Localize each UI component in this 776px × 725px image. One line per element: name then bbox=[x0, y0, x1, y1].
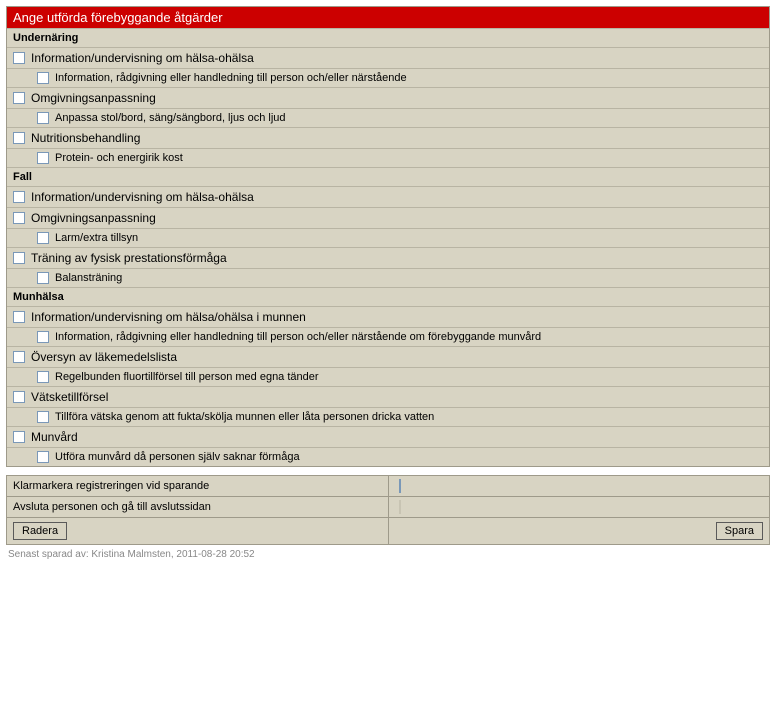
footer-table: Klarmarkera registreringen vid sparande … bbox=[6, 475, 770, 545]
item-row[interactable]: Översyn av läkemedelslista bbox=[7, 346, 769, 367]
footer-option2-label: Avsluta personen och gå till avslutssida… bbox=[7, 497, 389, 518]
checkbox-icon[interactable] bbox=[37, 232, 49, 244]
item-row[interactable]: Munvård bbox=[7, 426, 769, 447]
item-row[interactable]: Nutritionsbehandling bbox=[7, 127, 769, 148]
subitem-row[interactable]: Tillföra vätska genom att fukta/skölja m… bbox=[7, 407, 769, 426]
item-label: Träning av fysisk prestationsförmåga bbox=[31, 251, 227, 265]
item-row[interactable]: Information/undervisning om hälsa/ohälsa… bbox=[7, 306, 769, 327]
section-munhalsa-title: Munhälsa bbox=[7, 287, 769, 306]
checkbox-icon[interactable] bbox=[13, 132, 25, 144]
subitem-row[interactable]: Regelbunden fluortillförsel till person … bbox=[7, 367, 769, 386]
checkbox-icon[interactable] bbox=[37, 112, 49, 124]
subitem-label: Information, rådgivning eller handlednin… bbox=[55, 72, 407, 84]
item-label: Vätsketillförsel bbox=[31, 390, 108, 404]
delete-button[interactable]: Radera bbox=[13, 522, 67, 540]
subitem-row[interactable]: Protein- och energirik kost bbox=[7, 148, 769, 167]
checkbox-icon[interactable] bbox=[37, 152, 49, 164]
subitem-label: Regelbunden fluortillförsel till person … bbox=[55, 371, 319, 383]
checkbox-icon[interactable] bbox=[13, 431, 25, 443]
item-label: Information/undervisning om hälsa/ohälsa… bbox=[31, 310, 306, 324]
subitem-row[interactable]: Information, rådgivning eller handlednin… bbox=[7, 68, 769, 87]
item-label: Omgivningsanpassning bbox=[31, 91, 156, 105]
save-button[interactable]: Spara bbox=[716, 522, 763, 540]
checkbox-icon[interactable] bbox=[37, 272, 49, 284]
checkbox-avsluta[interactable] bbox=[399, 500, 401, 514]
item-row[interactable]: Omgivningsanpassning bbox=[7, 87, 769, 108]
subitem-label: Protein- och energirik kost bbox=[55, 152, 183, 164]
subitem-row[interactable]: Larm/extra tillsyn bbox=[7, 228, 769, 247]
item-row[interactable]: Omgivningsanpassning bbox=[7, 207, 769, 228]
checkbox-icon[interactable] bbox=[37, 411, 49, 423]
checkbox-icon[interactable] bbox=[37, 331, 49, 343]
checkbox-icon[interactable] bbox=[13, 92, 25, 104]
item-label: Information/undervisning om hälsa-ohälsa bbox=[31, 51, 254, 65]
checkbox-klarmarkera[interactable] bbox=[399, 479, 401, 493]
item-row[interactable]: Information/undervisning om hälsa-ohälsa bbox=[7, 186, 769, 207]
checkbox-icon[interactable] bbox=[13, 391, 25, 403]
checkbox-icon[interactable] bbox=[13, 311, 25, 323]
subitem-label: Anpassa stol/bord, säng/sängbord, ljus o… bbox=[55, 112, 286, 124]
item-row[interactable]: Vätsketillförsel bbox=[7, 386, 769, 407]
status-saved: Senast sparad av: Kristina Malmsten, 201… bbox=[6, 545, 770, 560]
subitem-label: Balansträning bbox=[55, 272, 122, 284]
subitem-label: Utföra munvård då personen själv saknar … bbox=[55, 451, 300, 463]
subitem-row[interactable]: Anpassa stol/bord, säng/sängbord, ljus o… bbox=[7, 108, 769, 127]
main-panel: Ange utförda förebyggande åtgärder Under… bbox=[6, 6, 770, 467]
item-label: Nutritionsbehandling bbox=[31, 131, 140, 145]
checkbox-icon[interactable] bbox=[37, 451, 49, 463]
subitem-label: Larm/extra tillsyn bbox=[55, 232, 138, 244]
checkbox-icon[interactable] bbox=[37, 72, 49, 84]
footer-option1-label: Klarmarkera registreringen vid sparande bbox=[7, 476, 389, 497]
section-undernaring-title: Undernäring bbox=[7, 28, 769, 47]
item-row[interactable]: Träning av fysisk prestationsförmåga bbox=[7, 247, 769, 268]
item-label: Omgivningsanpassning bbox=[31, 211, 156, 225]
checkbox-icon[interactable] bbox=[13, 351, 25, 363]
item-label: Översyn av läkemedelslista bbox=[31, 350, 177, 364]
panel-title: Ange utförda förebyggande åtgärder bbox=[7, 7, 769, 28]
item-label: Information/undervisning om hälsa-ohälsa bbox=[31, 190, 254, 204]
checkbox-icon[interactable] bbox=[13, 191, 25, 203]
item-row[interactable]: Information/undervisning om hälsa-ohälsa bbox=[7, 47, 769, 68]
subitem-label: Tillföra vätska genom att fukta/skölja m… bbox=[55, 411, 434, 423]
subitem-row[interactable]: Balansträning bbox=[7, 268, 769, 287]
checkbox-icon[interactable] bbox=[13, 252, 25, 264]
item-label: Munvård bbox=[31, 430, 78, 444]
subitem-row[interactable]: Information, rådgivning eller handlednin… bbox=[7, 327, 769, 346]
section-fall-title: Fall bbox=[7, 167, 769, 186]
subitem-row[interactable]: Utföra munvård då personen själv saknar … bbox=[7, 447, 769, 466]
checkbox-icon[interactable] bbox=[13, 212, 25, 224]
subitem-label: Information, rådgivning eller handlednin… bbox=[55, 331, 541, 343]
checkbox-icon[interactable] bbox=[37, 371, 49, 383]
checkbox-icon[interactable] bbox=[13, 52, 25, 64]
